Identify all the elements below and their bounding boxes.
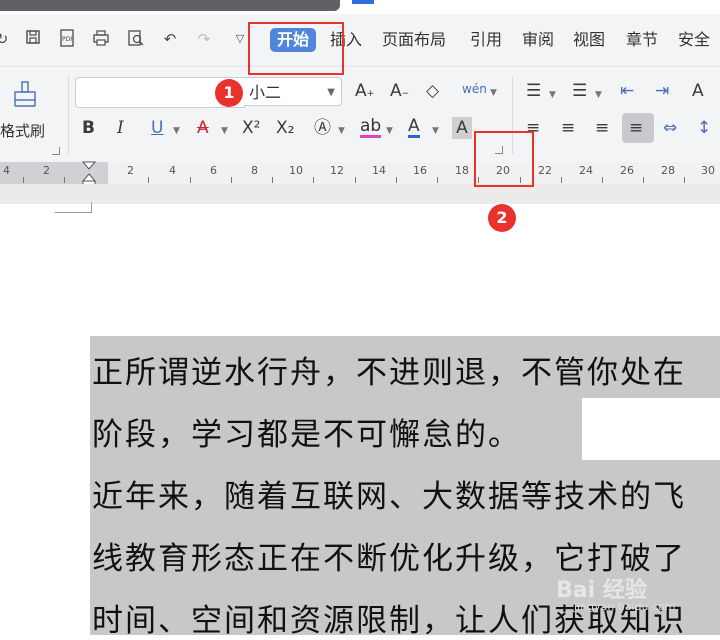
save-icon[interactable] xyxy=(23,29,43,49)
tab-sections[interactable]: 章节 xyxy=(626,28,658,52)
grow-font-icon[interactable]: A+ xyxy=(355,80,374,105)
ruler-number: 26 xyxy=(620,164,634,177)
phonetic-guide-icon[interactable]: wén xyxy=(462,78,487,100)
strikethrough-dropdown-icon[interactable]: ▼ xyxy=(221,120,228,142)
underline-dropdown-icon[interactable]: ▼ xyxy=(173,120,180,142)
font-color-icon[interactable]: A xyxy=(408,117,420,138)
ruler-number: 14 xyxy=(372,164,386,177)
ruler-number: 4 xyxy=(3,164,10,177)
redo-partial-icon[interactable]: ↻ xyxy=(0,29,12,49)
ruler-tick xyxy=(231,177,232,183)
document-tab-strip xyxy=(0,0,340,11)
export-pdf-icon[interactable]: PDF xyxy=(57,29,77,49)
text-effect-icon[interactable]: Ⓐ xyxy=(314,117,331,139)
strikethrough-icon[interactable]: A xyxy=(197,117,209,139)
document-line[interactable]: 近年来，随着互联网、大数据等技术的飞 xyxy=(92,471,686,516)
font-color-dropdown-icon[interactable]: ▼ xyxy=(432,120,439,142)
active-tab-indicator xyxy=(352,0,374,4)
justify-icon[interactable]: ≡ xyxy=(629,117,643,139)
ruler-tick xyxy=(355,177,356,183)
ruler-tick xyxy=(190,177,191,183)
ruler-number: 2 xyxy=(43,164,50,177)
format-painter-label[interactable]: 格式刷 xyxy=(0,120,56,141)
line-spacing-icon[interactable]: ↕ xyxy=(697,117,711,139)
character-shading-icon[interactable]: A xyxy=(452,117,472,139)
bold-icon[interactable]: B xyxy=(82,117,95,139)
callout-badge: 1 xyxy=(215,79,243,107)
align-right-icon[interactable]: ≡ xyxy=(595,117,609,139)
ruler-number: 6 xyxy=(210,164,217,177)
ruler-number: 18 xyxy=(455,164,469,177)
ruler-number: 8 xyxy=(251,164,258,177)
font-size-value: 小二 xyxy=(249,83,282,102)
ruler-tick xyxy=(396,177,397,183)
ruler-number: 30 xyxy=(701,164,715,177)
font-size-combobox[interactable]: 小二 ▼ xyxy=(244,77,342,106)
tab-view[interactable]: 视图 xyxy=(573,28,605,52)
ruler-tick xyxy=(643,177,644,183)
group-separator xyxy=(68,76,69,154)
callout-box-font-launcher xyxy=(474,131,534,187)
superscript-icon[interactable]: X² xyxy=(242,117,260,139)
print-icon[interactable] xyxy=(91,29,111,49)
redo-icon[interactable]: ↷ xyxy=(194,29,214,49)
decrease-indent-icon[interactable]: ⇤ xyxy=(620,80,634,102)
increase-indent-icon[interactable]: ⇥ xyxy=(655,80,669,102)
document-line[interactable]: 阶段，学习都是不可懈怠的。 xyxy=(92,409,521,454)
ruler-tick xyxy=(602,177,603,183)
tab-review[interactable]: 审阅 xyxy=(522,28,554,52)
text-effect-dropdown-icon[interactable]: ▼ xyxy=(338,120,345,142)
clear-format-icon[interactable]: ◇ xyxy=(426,80,439,102)
ruler-tick xyxy=(272,177,273,183)
shrink-font-icon[interactable]: A− xyxy=(390,80,409,105)
svg-text:PDF: PDF xyxy=(62,36,74,43)
highlight-dropdown-icon[interactable]: ▼ xyxy=(386,120,393,142)
title-bar xyxy=(0,0,720,14)
callout-box-home-tab xyxy=(248,22,344,75)
margin-corner-mark xyxy=(55,202,92,213)
italic-icon[interactable]: I xyxy=(117,117,124,139)
chinese-layout-icon[interactable]: A xyxy=(692,80,704,102)
page-gutter xyxy=(0,184,720,204)
undo-icon[interactable]: ↶ xyxy=(160,29,180,49)
unselected-gap xyxy=(582,398,720,460)
ruler-number: 28 xyxy=(661,164,675,177)
customize-dropdown-icon[interactable]: ▽ xyxy=(230,29,250,49)
ruler-tick xyxy=(64,177,65,183)
tab-page-layout[interactable]: 页面布局 xyxy=(382,28,446,52)
ruler-tick xyxy=(313,177,314,183)
tab-security[interactable]: 安全 xyxy=(678,28,710,52)
ruler-number: 2 xyxy=(127,164,134,177)
ruler-number: 10 xyxy=(289,164,303,177)
bullets-dropdown-icon[interactable]: ▼ xyxy=(549,84,556,106)
ruler-tick xyxy=(561,177,562,183)
ruler-tick xyxy=(23,177,24,183)
watermark-url: jingyan.baidu.com xyxy=(574,600,676,613)
bullets-icon[interactable]: ☰ xyxy=(526,80,541,102)
distributed-icon[interactable]: ⇔ xyxy=(663,117,677,139)
ruler-number: 16 xyxy=(413,164,427,177)
phonetic-dropdown-icon[interactable]: ▼ xyxy=(490,82,497,104)
print-preview-icon[interactable] xyxy=(126,29,146,49)
numbering-icon[interactable]: ☰ xyxy=(572,80,587,102)
ruler-number: 4 xyxy=(169,164,176,177)
ruler-tick xyxy=(684,177,685,183)
ruler-number: 12 xyxy=(330,164,344,177)
chevron-down-icon[interactable]: ▼ xyxy=(327,78,335,107)
format-painter-icon[interactable] xyxy=(10,80,40,112)
callout-badge: 2 xyxy=(488,204,516,232)
highlight-icon[interactable]: ab xyxy=(360,117,382,138)
clipboard-launcher-icon[interactable] xyxy=(52,147,60,155)
numbering-dropdown-icon[interactable]: ▼ xyxy=(595,84,602,106)
ruler-number: 22 xyxy=(538,164,552,177)
document-line[interactable]: 正所谓逆水行舟，不进则退，不管你处在 xyxy=(92,347,686,392)
ruler-number: 24 xyxy=(579,164,593,177)
ruler-tick xyxy=(437,177,438,183)
underline-icon[interactable]: U xyxy=(151,117,163,139)
ruler-tick xyxy=(148,177,149,183)
tab-references[interactable]: 引用 xyxy=(470,28,502,52)
subscript-icon[interactable]: X₂ xyxy=(276,117,294,139)
align-center-icon[interactable]: ≡ xyxy=(561,117,575,139)
